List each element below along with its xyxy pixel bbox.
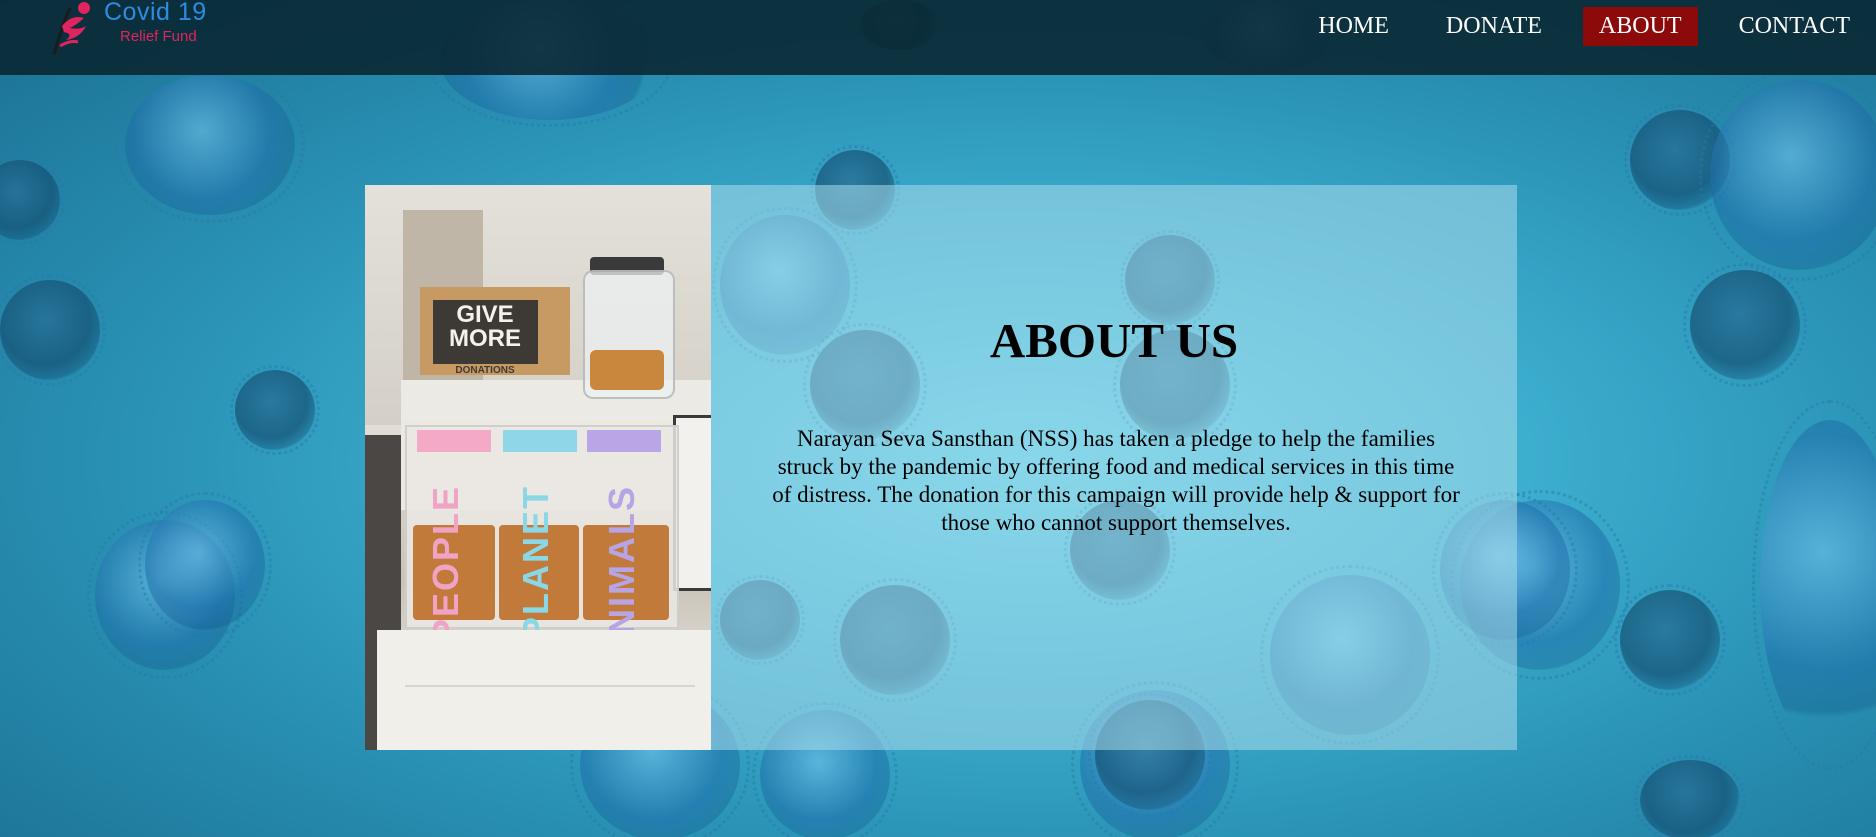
virus-decoration xyxy=(137,492,273,638)
main-nav: HOME DONATE ABOUT CONTACT xyxy=(1277,5,1876,47)
virus-decoration xyxy=(1634,755,1746,837)
about-text-panel: ABOUT US Narayan Seva Sansthan (NSS) has… xyxy=(711,185,1517,750)
site-logo[interactable]: Covid 19 Relief Fund xyxy=(50,0,230,58)
virus-decoration xyxy=(1699,68,1876,282)
virus-decoration xyxy=(1614,584,1726,696)
nav-contact-link[interactable]: CONTACT xyxy=(1723,7,1866,46)
virus-decoration xyxy=(0,155,65,245)
nav-donate-link[interactable]: DONATE xyxy=(1430,7,1558,46)
photo-sign-subtext: DONATIONS xyxy=(455,365,515,376)
about-description: Narayan Seva Sansthan (NSS) has taken a … xyxy=(772,426,1460,535)
virus-decoration xyxy=(230,365,320,455)
photo-sign-text: GIVE MORE xyxy=(449,301,521,352)
virus-decoration xyxy=(114,66,306,224)
virus-decoration xyxy=(1751,400,1876,770)
virus-decoration xyxy=(1683,263,1807,387)
donation-boxes-image: GIVE MORE DONATIONS PEOPLE PLANET ANIMAL… xyxy=(365,185,711,750)
box-label-planet: PLANET xyxy=(515,485,556,641)
about-card: GIVE MORE DONATIONS PEOPLE PLANET ANIMAL… xyxy=(365,185,1517,750)
running-figure-logo-icon xyxy=(52,2,90,55)
virus-decoration xyxy=(0,274,106,386)
site-header: Covid 19 Relief Fund HOME DONATE ABOUT C… xyxy=(0,0,1876,75)
logo-title: Covid 19 xyxy=(104,0,207,26)
logo-subtitle: Relief Fund xyxy=(120,28,197,45)
page-title: ABOUT US xyxy=(989,313,1239,368)
nav-about-link[interactable]: ABOUT xyxy=(1582,6,1698,46)
box-label-people: PEOPLE xyxy=(425,485,466,644)
nav-home-link[interactable]: HOME xyxy=(1302,7,1405,46)
